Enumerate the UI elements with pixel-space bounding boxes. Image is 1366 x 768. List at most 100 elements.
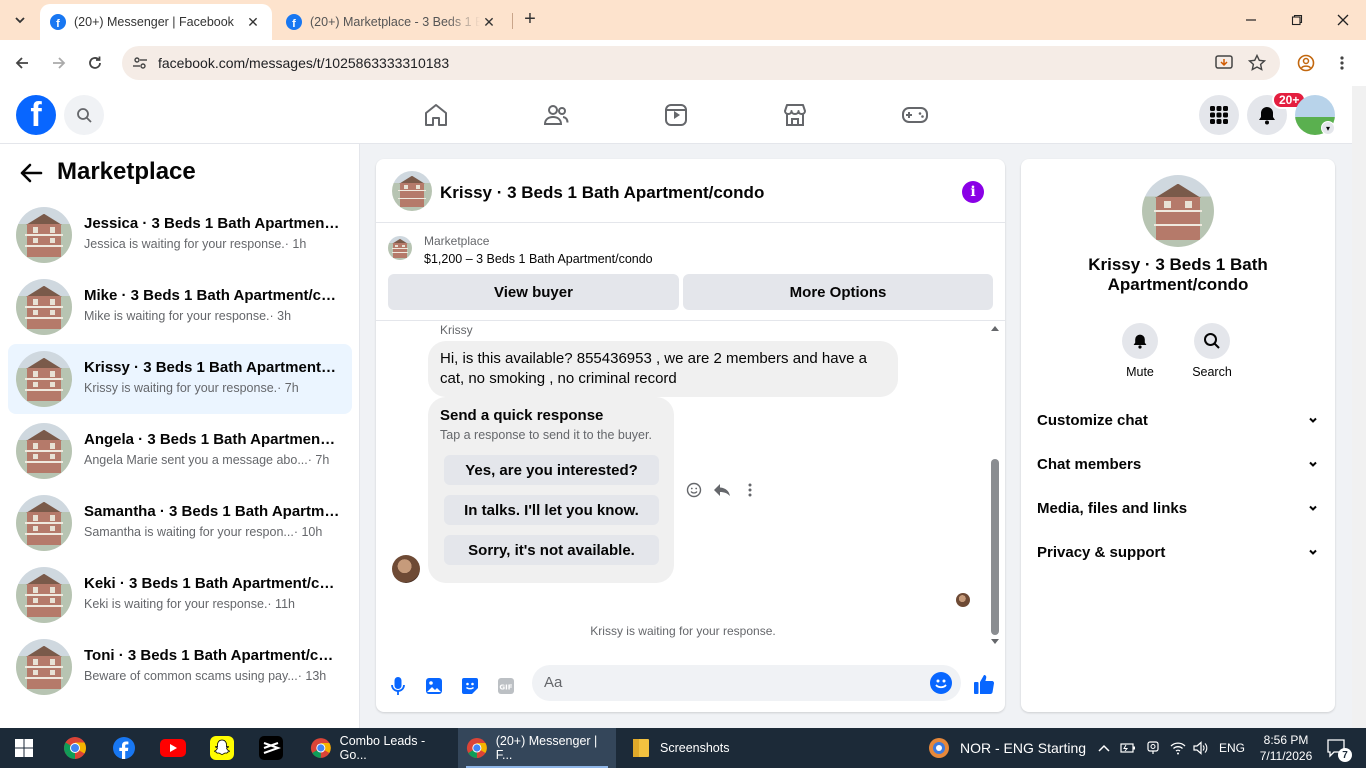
preview-time: · 7h xyxy=(277,381,299,395)
reply-button[interactable] xyxy=(712,480,732,500)
preview-time: · 7h xyxy=(307,453,330,467)
close-tab-icon[interactable]: ✕ xyxy=(480,13,498,31)
conversation-item[interactable]: Mike · 3 Beds 1 Bath Apartment/condo Mike… xyxy=(8,272,352,342)
battery-icon xyxy=(1120,743,1135,753)
browser-menu-button[interactable] xyxy=(1330,51,1354,75)
quick-response-in-talks[interactable]: In talks. I'll let you know. xyxy=(444,495,659,525)
browser-tab-messenger[interactable]: f (20+) Messenger | Facebook ✕ xyxy=(40,4,272,40)
taskbar-app-messenger[interactable]: (20+) Messenger | F... xyxy=(458,728,616,768)
tab-search-dropdown[interactable] xyxy=(8,8,32,32)
browser-tab-marketplace[interactable]: f (20+) Marketplace - 3 Beds 1 Bath ✕ xyxy=(276,4,508,40)
bell-icon xyxy=(1133,334,1147,349)
nav-friends[interactable] xyxy=(541,100,571,130)
conversation-item[interactable]: Toni · 3 Beds 1 Bath Apartment/condo Bewa… xyxy=(8,632,352,702)
scroll-down-icon[interactable] xyxy=(991,639,999,645)
attach-photo-button[interactable] xyxy=(424,676,444,696)
section-media-files-links[interactable]: Media, files and links xyxy=(1037,494,1319,522)
like-button[interactable] xyxy=(972,672,996,696)
close-tab-icon[interactable]: ✕ xyxy=(244,13,262,31)
nav-home[interactable] xyxy=(421,100,451,130)
nav-video[interactable] xyxy=(661,100,691,130)
info-icon[interactable]: i xyxy=(962,181,984,203)
conversation-item[interactable]: Krissy · 3 Beds 1 Bath Apartment/condo Kr… xyxy=(8,344,352,414)
taskbar-app-combo-leads[interactable]: Combo Leads - Go... xyxy=(302,728,454,768)
page-scrollbar[interactable] xyxy=(1352,86,1366,728)
chat-scrollbar[interactable] xyxy=(990,323,1000,649)
forward-button[interactable] xyxy=(47,51,71,75)
listing-title[interactable]: $1,200 – 3 Beds 1 Bath Apartment/condo xyxy=(424,252,653,266)
network-tray-icon[interactable] xyxy=(1170,728,1186,768)
bookmark-star-icon[interactable] xyxy=(1248,54,1266,72)
conversation-preview: Samantha is waiting for your respon... ·… xyxy=(84,525,340,539)
conversation-item[interactable]: Angela · 3 Beds 1 Bath Apartment/condo An… xyxy=(8,416,352,486)
search-in-conversation-button[interactable]: Search xyxy=(1182,323,1242,379)
camera-tray-icon[interactable] xyxy=(1146,728,1160,768)
contact-avatar[interactable] xyxy=(1142,175,1214,247)
language-indicator[interactable]: ENG xyxy=(1219,728,1245,768)
quick-response-yes[interactable]: Yes, are you interested? xyxy=(444,455,659,485)
site-settings-icon[interactable] xyxy=(132,55,148,71)
notification-center-button[interactable]: 7 xyxy=(1322,734,1352,762)
conversation-item[interactable]: Jessica · 3 Beds 1 Bath Apartment/condo J… xyxy=(8,200,352,270)
sticker-button[interactable] xyxy=(460,676,480,696)
start-button[interactable] xyxy=(10,734,38,762)
conversation-item[interactable]: Keki · 3 Beds 1 Bath Apartment/condo Keki… xyxy=(8,560,352,630)
message-input[interactable]: Aa xyxy=(532,665,961,701)
snapchat-taskbar-button[interactable] xyxy=(208,734,236,762)
message-more-button[interactable] xyxy=(740,480,760,500)
section-privacy-support[interactable]: Privacy & support xyxy=(1037,538,1319,566)
conversation-name: Keki · 3 Beds 1 Bath Apartment/condo xyxy=(84,575,340,592)
mute-label: Mute xyxy=(1126,365,1154,379)
home-icon xyxy=(425,104,447,126)
listing-thumbnail[interactable] xyxy=(388,236,412,260)
profile-button[interactable] xyxy=(1294,51,1318,75)
chat-title[interactable]: Krissy · 3 Beds 1 Bath Apartment/condo xyxy=(440,183,764,203)
youtube-taskbar-button[interactable] xyxy=(159,734,187,762)
menu-button[interactable] xyxy=(1199,95,1239,135)
show-hidden-icons[interactable] xyxy=(1098,728,1110,768)
thumbs-up-icon xyxy=(974,675,995,695)
quick-response-not-available[interactable]: Sorry, it's not available. xyxy=(444,535,659,565)
capcut-taskbar-button[interactable] xyxy=(257,734,285,762)
scrollbar-thumb[interactable] xyxy=(991,459,999,635)
facebook-search-button[interactable] xyxy=(64,95,104,135)
address-bar[interactable]: facebook.com/messages/t/1025863333310183 xyxy=(122,46,1280,80)
tab-separator xyxy=(512,13,513,29)
view-buyer-button[interactable]: View buyer xyxy=(388,274,679,310)
facebook-taskbar-button[interactable] xyxy=(110,734,138,762)
chevron-down-icon[interactable]: ▾ xyxy=(1321,121,1335,135)
scroll-up-icon[interactable] xyxy=(991,325,999,331)
nav-marketplace[interactable] xyxy=(780,100,810,130)
conversation-item[interactable]: Samantha · 3 Beds 1 Bath Apartment/condo… xyxy=(8,488,352,558)
volume-tray-icon[interactable] xyxy=(1193,728,1209,768)
more-options-button[interactable]: More Options xyxy=(683,274,993,310)
facebook-logo[interactable]: f xyxy=(16,95,56,135)
taskbar-clock[interactable]: 8:56 PM 7/11/2026 xyxy=(1256,732,1316,764)
back-button[interactable] xyxy=(10,51,34,75)
close-window-button[interactable] xyxy=(1320,0,1366,40)
chrome-taskbar-button[interactable] xyxy=(61,734,89,762)
gif-icon: GIF xyxy=(498,678,514,694)
new-tab-button[interactable]: + xyxy=(520,9,540,30)
weather-widget[interactable]: NOR - ENG Starting xyxy=(928,728,1086,768)
emoji-icon[interactable] xyxy=(930,672,952,694)
nav-gaming[interactable] xyxy=(900,100,930,130)
section-customize-chat[interactable]: Customize chat xyxy=(1037,406,1319,434)
mute-button[interactable]: Mute xyxy=(1110,323,1170,379)
reload-button[interactable] xyxy=(83,51,107,75)
battery-tray-icon[interactable] xyxy=(1120,728,1136,768)
minimize-button[interactable] xyxy=(1228,0,1274,40)
arrow-left-icon[interactable] xyxy=(18,160,44,186)
gif-button[interactable]: GIF xyxy=(496,676,516,696)
react-button[interactable] xyxy=(684,480,704,500)
chat-avatar[interactable] xyxy=(392,171,432,211)
incoming-message[interactable]: Hi, is this available? 855436953 , we ar… xyxy=(428,341,898,397)
install-app-icon[interactable] xyxy=(1215,54,1233,72)
browser-toolbar: facebook.com/messages/t/1025863333310183 xyxy=(0,40,1366,86)
sender-avatar[interactable] xyxy=(392,555,420,583)
taskbar-app-screenshots[interactable]: Screenshots xyxy=(620,728,750,768)
svg-text:GIF: GIF xyxy=(499,684,512,692)
section-chat-members[interactable]: Chat members xyxy=(1037,450,1319,478)
voice-clip-button[interactable] xyxy=(388,676,408,696)
restore-button[interactable] xyxy=(1274,0,1320,40)
